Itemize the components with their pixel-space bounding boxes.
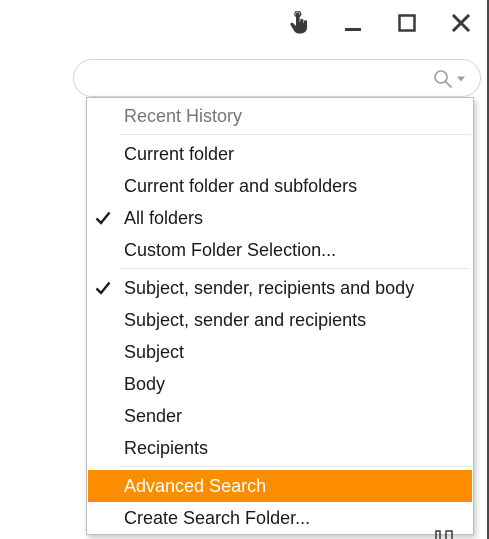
search-options[interactable] xyxy=(433,68,466,90)
menu-item-create-search-folder[interactable]: Create Search Folder... xyxy=(88,502,472,534)
partial-icon xyxy=(435,530,453,539)
search-icon xyxy=(434,70,452,88)
menu-item-label: Create Search Folder... xyxy=(124,508,311,528)
search-box[interactable] xyxy=(73,59,481,97)
menu-item-all-folders[interactable]: All folders xyxy=(88,202,472,234)
search-scope-menu: Recent History Current folder Current fo… xyxy=(86,97,474,535)
menu-item-advanced-search[interactable]: Advanced Search xyxy=(88,470,472,502)
maximize-icon xyxy=(398,14,416,32)
menu-item-label: Subject, sender and recipients xyxy=(124,310,367,330)
menu-item-label: Subject xyxy=(124,342,185,362)
menu-item-label: Current folder and subfolders xyxy=(124,176,358,196)
menu-separator xyxy=(120,134,470,135)
minimize-button[interactable] xyxy=(336,6,370,40)
touch-hand-icon xyxy=(290,11,308,34)
menu-item-label: Body xyxy=(124,374,166,394)
menu-item-label: Sender xyxy=(124,406,183,426)
title-bar xyxy=(0,0,487,45)
checkmark-icon xyxy=(95,281,111,295)
menu-item-subject[interactable]: Subject xyxy=(88,336,472,368)
menu-separator xyxy=(120,466,470,467)
menu-item-body[interactable]: Body xyxy=(88,368,472,400)
search-input[interactable] xyxy=(88,66,412,92)
menu-item-current-folder-and-subfolders[interactable]: Current folder and subfolders xyxy=(88,170,472,202)
menu-item-recipients[interactable]: Recipients xyxy=(88,432,472,464)
menu-item-custom-folder-selection[interactable]: Custom Folder Selection... xyxy=(88,234,472,266)
menu-item-current-folder[interactable]: Current folder xyxy=(88,138,472,170)
menu-item-label: Current folder xyxy=(124,144,235,164)
maximize-button[interactable] xyxy=(390,6,424,40)
minimize-icon xyxy=(345,28,361,31)
touch-mode-button[interactable] xyxy=(282,6,316,40)
menu-item-label: Subject, sender, recipients and body xyxy=(124,278,415,298)
menu-item-label: Advanced Search xyxy=(124,476,267,496)
close-button[interactable] xyxy=(444,6,478,40)
menu-item-subject-sender-recipients[interactable]: Subject, sender and recipients xyxy=(88,304,472,336)
menu-header-label: Recent History xyxy=(124,106,243,126)
recent-history-header: Recent History xyxy=(88,100,472,132)
menu-separator xyxy=(120,268,470,269)
menu-item-label: Custom Folder Selection... xyxy=(124,240,337,260)
menu-item-subject-sender-recipients-body[interactable]: Subject, sender, recipients and body xyxy=(88,272,472,304)
menu-item-sender[interactable]: Sender xyxy=(88,400,472,432)
menu-item-label: Recipients xyxy=(124,438,209,458)
menu-item-label: All folders xyxy=(124,208,204,228)
dropdown-arrow-icon xyxy=(457,76,465,82)
checkmark-icon xyxy=(95,211,111,225)
close-icon xyxy=(452,14,470,32)
